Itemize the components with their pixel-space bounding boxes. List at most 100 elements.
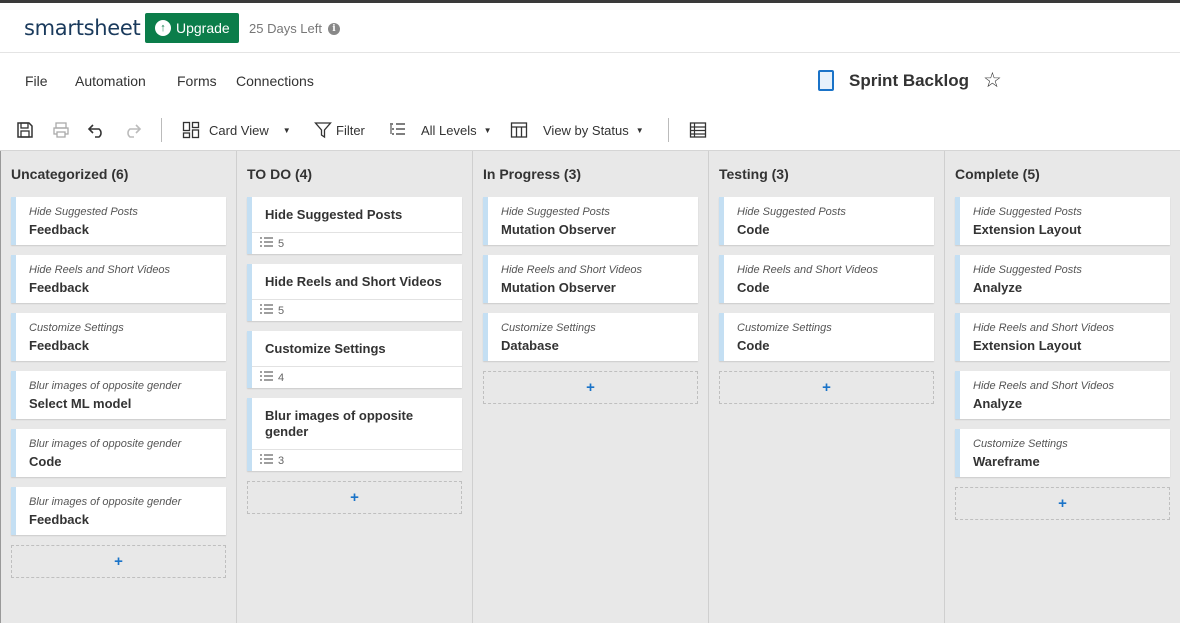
card-view-dropdown[interactable]: Card View ▼ <box>182 110 291 150</box>
info-icon[interactable]: i <box>328 22 340 35</box>
task-card[interactable]: Customize Settings Code <box>719 313 934 361</box>
card-title: Extension Layout <box>973 222 1082 237</box>
card-title: Mutation Observer <box>501 222 616 237</box>
add-card-button[interactable]: + <box>247 481 462 514</box>
trial-status: 25 Days Left i <box>249 21 340 36</box>
smartsheet-logo[interactable]: smartsheet <box>24 16 141 40</box>
card-title: Feedback <box>29 512 89 527</box>
board-column-in-progress: In Progress (3) Hide Suggested Posts Muta… <box>472 151 708 623</box>
parent-task-card[interactable]: Customize Settings 4 <box>247 331 462 388</box>
board-column-uncategorized: Uncategorized (6) Hide Suggested Posts Fe… <box>0 151 236 623</box>
card-parent: Hide Suggested Posts <box>973 206 1082 218</box>
board-column-todo: TO DO (4) Hide Suggested Posts 5 Hide Re… <box>236 151 472 623</box>
card-title: Analyze <box>973 396 1023 411</box>
task-card[interactable]: Hide Suggested Posts Code <box>719 197 934 245</box>
filter-label: Filter <box>336 122 365 138</box>
columns-icon <box>510 121 528 139</box>
levels-icon <box>388 121 406 139</box>
parent-task-card[interactable]: Hide Suggested Posts 5 <box>247 197 462 254</box>
subtask-list-icon <box>259 237 274 250</box>
all-levels-dropdown[interactable]: All Levels ▼ <box>388 110 492 150</box>
task-card[interactable]: Customize Settings Wareframe <box>955 429 1170 477</box>
card-parent: Customize Settings <box>29 322 124 334</box>
task-card[interactable]: Hide Suggested Posts Analyze <box>955 255 1170 303</box>
undo-icon[interactable] <box>87 110 107 150</box>
card-board: Uncategorized (6) Hide Suggested Posts Fe… <box>0 150 1180 623</box>
column-header: TO DO (4) <box>247 166 313 182</box>
toolbar: Card View ▼ Filter All Levels ▼ View by … <box>0 110 1180 150</box>
subtask-count[interactable]: 5 <box>252 232 462 254</box>
card-title: Hide Reels and Short Videos <box>265 274 442 289</box>
task-card[interactable]: Blur images of opposite gender Select ML … <box>11 371 226 419</box>
star-icon[interactable]: ☆ <box>983 70 1002 91</box>
card-title: Code <box>737 222 770 237</box>
task-card[interactable]: Customize Settings Feedback <box>11 313 226 361</box>
card-parent: Hide Suggested Posts <box>29 206 138 218</box>
card-parent: Hide Suggested Posts <box>973 264 1082 276</box>
card-title: Database <box>501 338 559 353</box>
add-card-button[interactable]: + <box>11 545 226 578</box>
card-title: Analyze <box>973 280 1023 295</box>
card-parent: Hide Reels and Short Videos <box>973 322 1115 334</box>
card-title: Code <box>737 280 770 295</box>
subtask-count[interactable]: 4 <box>252 366 462 388</box>
card-title: Select ML model <box>29 396 132 411</box>
task-card[interactable]: Hide Suggested Posts Feedback <box>11 197 226 245</box>
card-title: Feedback <box>29 222 89 237</box>
task-card[interactable]: Hide Reels and Short Videos Extension Lay… <box>955 313 1170 361</box>
subtask-count-value: 5 <box>278 237 285 250</box>
add-card-button[interactable]: + <box>955 487 1170 520</box>
board-column-complete: Complete (5) Hide Suggested Posts Extensi… <box>944 151 1180 623</box>
add-card-button[interactable]: + <box>719 371 934 404</box>
menu-connections[interactable]: Connections <box>236 73 314 89</box>
chevron-down-icon: ▼ <box>635 125 644 135</box>
menu-bar: File Automation Forms Connections Sprint… <box>0 54 1180 109</box>
add-card-button[interactable]: + <box>483 371 698 404</box>
column-header: Testing (3) <box>719 166 789 182</box>
card-parent: Hide Suggested Posts <box>737 206 846 218</box>
task-card[interactable]: Blur images of opposite gender Feedback <box>11 487 226 535</box>
grid-view-icon[interactable] <box>689 110 707 150</box>
menu-file[interactable]: File <box>25 73 48 89</box>
card-parent: Hide Reels and Short Videos <box>973 380 1115 392</box>
menu-automation[interactable]: Automation <box>75 73 146 89</box>
toolbar-divider <box>668 118 669 142</box>
chevron-down-icon: ▼ <box>483 125 492 135</box>
save-icon[interactable] <box>16 110 34 150</box>
parent-task-card[interactable]: Blur images of opposite gender 3 <box>247 398 462 471</box>
subtask-count[interactable]: 5 <box>252 299 462 321</box>
filter-button[interactable]: Filter <box>314 110 365 150</box>
parent-task-card[interactable]: Hide Reels and Short Videos 5 <box>247 264 462 321</box>
card-title: Mutation Observer <box>501 280 616 295</box>
column-header: Uncategorized (6) <box>11 166 129 182</box>
task-card[interactable]: Hide Reels and Short Videos Analyze <box>955 371 1170 419</box>
card-title: Feedback <box>29 280 89 295</box>
task-card[interactable]: Hide Reels and Short Videos Code <box>719 255 934 303</box>
view-by-dropdown[interactable]: View by Status ▼ <box>510 110 644 150</box>
task-card[interactable]: Blur images of opposite gender Code <box>11 429 226 477</box>
task-card[interactable]: Hide Suggested Posts Mutation Observer <box>483 197 698 245</box>
column-header: Complete (5) <box>955 166 1040 182</box>
card-title: Wareframe <box>973 454 1040 469</box>
upgrade-button[interactable]: ↑ Upgrade <box>145 13 239 43</box>
task-card[interactable]: Customize Settings Database <box>483 313 698 361</box>
view-by-label: View by Status <box>543 122 629 138</box>
task-card[interactable]: Hide Reels and Short Videos Mutation Obse… <box>483 255 698 303</box>
card-title: Code <box>29 454 62 469</box>
redo-icon[interactable] <box>122 110 142 150</box>
card-parent: Blur images of opposite gender <box>29 496 182 508</box>
task-card[interactable]: Hide Suggested Posts Extension Layout <box>955 197 1170 245</box>
days-left-text: 25 Days Left <box>249 21 322 36</box>
upgrade-label: Upgrade <box>176 20 230 36</box>
chevron-down-icon: ▼ <box>282 125 291 135</box>
sheet-icon <box>818 70 834 91</box>
sheet-title[interactable]: Sprint Backlog <box>849 71 969 91</box>
subtask-count[interactable]: 3 <box>252 449 462 471</box>
task-card[interactable]: Hide Reels and Short Videos Feedback <box>11 255 226 303</box>
card-parent: Hide Suggested Posts <box>501 206 610 218</box>
card-title: Customize Settings <box>265 341 386 356</box>
print-icon[interactable] <box>52 110 70 150</box>
arrow-up-icon: ↑ <box>155 20 171 36</box>
card-view-label: Card View <box>209 122 269 138</box>
menu-forms[interactable]: Forms <box>177 73 217 89</box>
